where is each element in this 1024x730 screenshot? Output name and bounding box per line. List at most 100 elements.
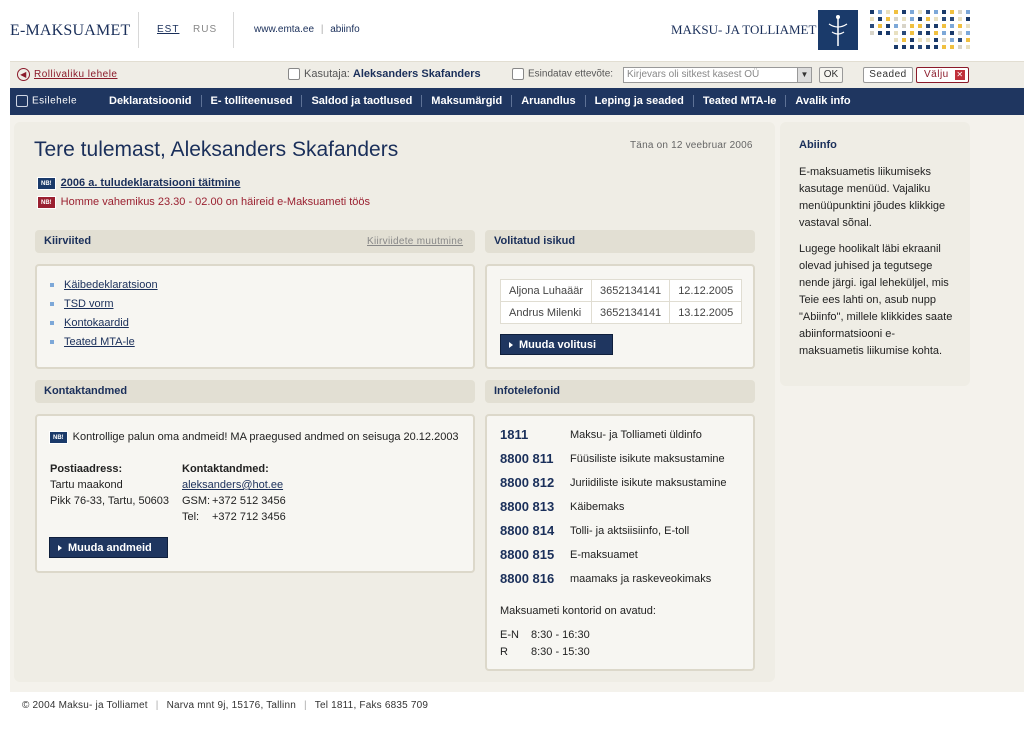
postal-label: Postiaadress: [50,463,123,475]
lang-rus-link[interactable]: RUS [193,24,217,35]
change-data-button[interactable]: Muuda andmeid [49,537,168,558]
notice-tax-return[interactable]: NB! 2006 a. tuludeklaratsiooni täitmine [37,176,240,190]
footer: © 2004 Maksu- ja Tolliamet | Narva mnt 9j,… [22,700,428,711]
phone-row: 8800 815 E-maksuamet [500,547,750,571]
phone-row: 8800 814 Tolli- ja aktsiisiinfo, E-toll [500,523,750,547]
nav-item-contract-settings[interactable]: Leping ja seaded [585,95,694,107]
chevron-down-icon[interactable]: ▼ [797,68,811,82]
phone-desc: Tolli- ja aktsiisiinfo, E-toll [570,525,690,537]
table-row: Aljona Luhaäär 3652134141 12.12.2005 [500,279,743,302]
dot [958,45,962,49]
nav-item-declarations[interactable]: Deklaratsioonid [100,95,202,107]
authorized-header: Volitatud isikud [485,230,755,253]
dot [958,24,962,28]
change-authorizations-button[interactable]: Muuda volitusi [500,334,613,355]
emaksuamet-logo[interactable]: E-MAKSUAMET [10,22,130,40]
dot [894,38,898,42]
mta-logo-text[interactable]: MAKSU- JA TOLLIAMET [671,22,816,38]
dot [926,10,930,14]
phone-desc: Füüsiliste isikute maksustamine [570,453,725,465]
logout-button[interactable]: Välju ✕ [916,67,969,83]
hours-day: E-N [500,629,519,641]
phone-row: 1811 Maksu- ja Tolliameti üldinfo [500,427,750,451]
nb-badge: NB! [37,195,56,209]
lang-est-link[interactable]: EST [157,24,179,35]
authorized-title: Volitatud isikud [494,235,576,247]
close-icon: ✕ [955,70,965,80]
dot [878,24,882,28]
dot [942,10,946,14]
contacts-label: Kontaktandmed: [182,463,269,475]
bullet-icon [50,340,54,345]
table-row: Andrus Milenki 3652134141 13.12.2005 [500,301,743,324]
quicklink-item[interactable]: Kontokaardid [50,317,158,330]
person-code: 3652134141 [590,301,671,324]
firm-info: Esindatav ettevõte: [512,68,613,80]
nav-item-public-info[interactable]: Avalik info [786,95,859,107]
dot [878,10,882,14]
nb-badge: NB! [49,430,68,444]
change-authorizations-label: Muuda volitusi [519,339,596,351]
phone-number: 8800 812 [500,475,555,490]
footer-separator: | [303,700,307,711]
tel-value: +372 712 3456 [212,511,286,523]
dot [910,24,914,28]
dot [910,38,914,42]
quicklink-item[interactable]: TSD vorm [50,298,158,311]
arrow-left-icon: ◀ [17,68,30,81]
ok-button[interactable]: OK [819,67,843,83]
dot [902,45,906,49]
user-label: Kasutaja: [304,68,350,80]
quicklinks-edit-link[interactable]: Kiirviidete muutmine [367,236,463,247]
back-to-roles-link[interactable]: ◀ Rollivaliku lehele [17,68,117,81]
dot [966,17,970,21]
abiinfo-link[interactable]: abiinfo [330,24,359,35]
nav-item-tax-stamps[interactable]: Maksumärgid [422,95,513,107]
logout-label: Välju [924,69,949,80]
phone-number: 8800 815 [500,547,555,562]
nav-item-e-customs[interactable]: E- tolliteenused [201,95,303,107]
hours-row: E-N 8:30 - 16:30 [500,627,590,644]
office-hours-title: Maksuameti kontorid on avatud: [500,605,656,617]
phone-desc: Käibemaks [570,501,625,513]
dot [934,24,938,28]
back-to-roles-label: Rollivaliku lehele [34,69,118,81]
phone-number: 8800 811 [500,451,554,466]
dot [934,10,938,14]
nav-item-messages[interactable]: Teated MTA-le [693,95,787,107]
footer-phone: Tel 1811, Faks 6835 709 [314,700,429,711]
quicklink-item[interactable]: Käibedeklaratsioon [50,279,158,292]
main-nav: Esilehele Deklaratsioonid E- tolliteenuse… [10,88,1024,115]
dot [886,31,890,35]
emta-site-link[interactable]: www.emta.ee [254,24,314,35]
person-name: Andrus Milenki [500,301,592,324]
settings-button[interactable]: Seaded [863,67,913,83]
dot [902,17,906,21]
phone-number: 8800 814 [500,523,555,538]
dot [942,17,946,21]
dot [934,17,938,21]
postal-address: Tartu maakond Pikk 76-33, Tartu, 50603 [50,477,169,509]
dot [942,24,946,28]
quicklink-label: Kontokaardid [64,317,129,329]
dot [950,17,954,21]
hours-time: 8:30 - 16:30 [531,629,590,641]
phone-row: 8800 813 Käibemaks [500,499,750,523]
dot [902,31,906,35]
user-icon [288,68,300,81]
dot [870,24,874,28]
help-title: Abiinfo [799,139,837,151]
nav-item-balances[interactable]: Saldod ja taotlused [302,95,423,107]
firm-select[interactable]: Kirjevars oli sitkest kasest OÜ ▼ [623,67,812,83]
nav-home[interactable]: Esilehele [16,95,77,107]
nav-item-reporting[interactable]: Aruandlus [512,95,586,107]
email-link[interactable]: aleksanders@hot.ee [182,477,286,493]
bullet-icon [50,321,54,326]
top-links: www.emta.ee | abiinfo [254,24,360,35]
quicklink-label: Käibedeklaratsioon [64,279,158,291]
play-icon [58,545,62,551]
phone-row: 8800 811 Füüsiliste isikute maksustamine [500,451,750,475]
dot [894,31,898,35]
quicklink-item[interactable]: Teated MTA-le [50,336,158,349]
phone-row: 8800 816 maamaks ja raskeveokimaks [500,571,750,595]
